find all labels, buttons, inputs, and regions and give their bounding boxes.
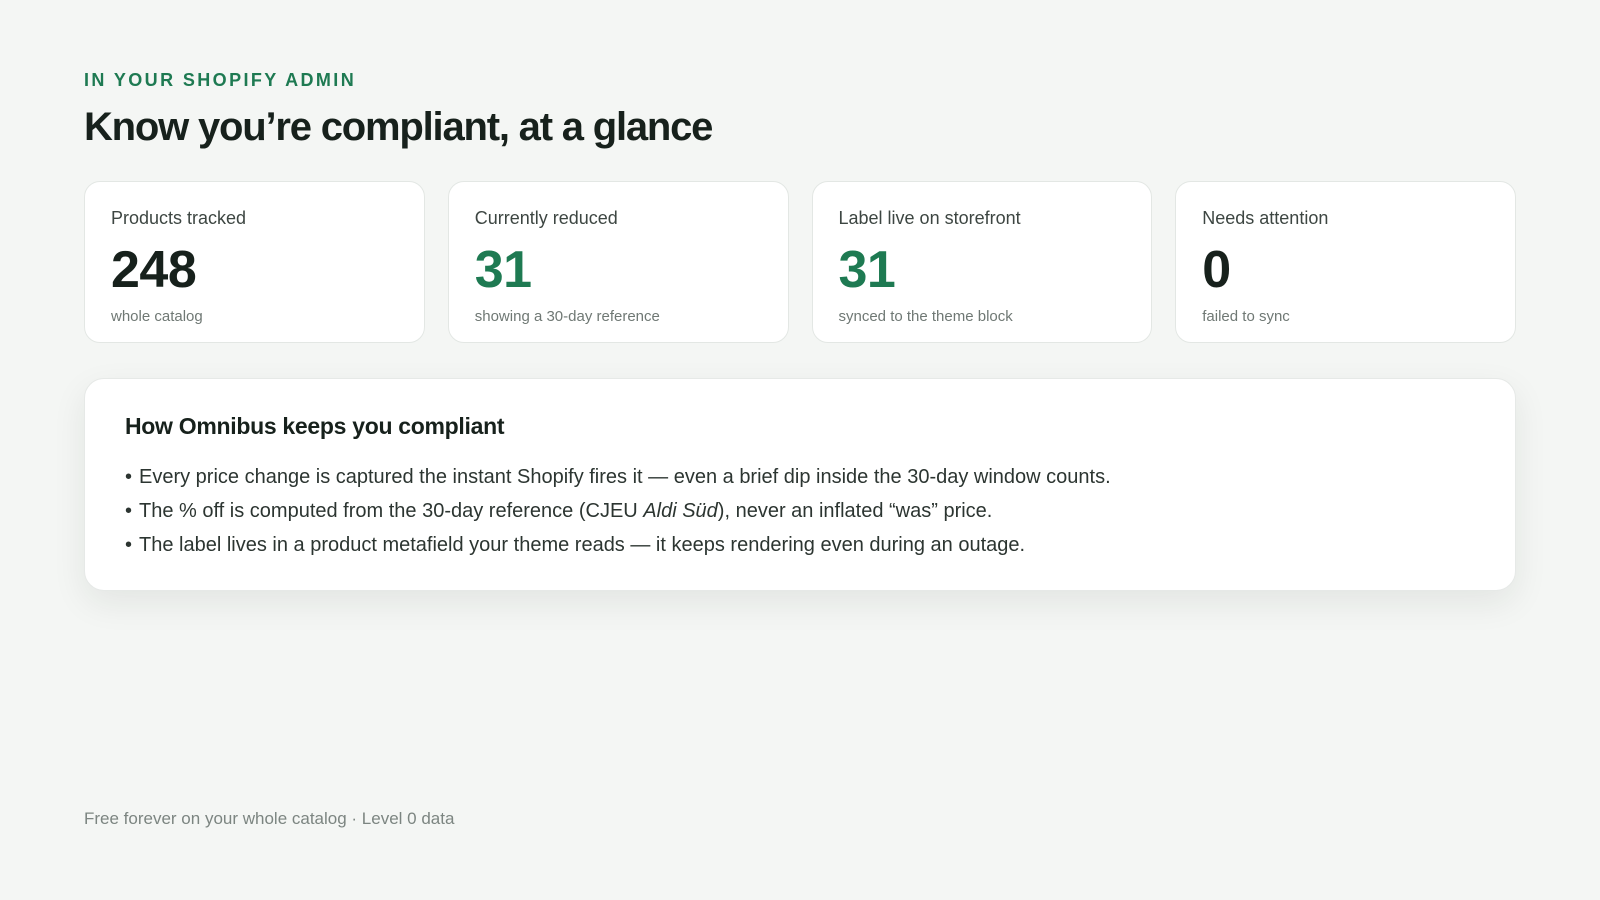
bullet-icon: • bbox=[125, 534, 133, 556]
eyebrow-label: IN YOUR SHOPIFY ADMIN bbox=[84, 70, 357, 90]
info-card-title: How Omnibus keeps you compliant bbox=[125, 413, 505, 439]
case-name-emphasis: Aldi Süd bbox=[643, 500, 718, 522]
stat-label: Currently reduced bbox=[474, 208, 618, 228]
bullet-icon: • bbox=[125, 466, 133, 488]
compliance-bullet-list: • Every price change is captured the inst… bbox=[125, 460, 1475, 562]
stat-card-currently-reduced: Currently reduced 31 showing a 30-day re… bbox=[447, 181, 789, 343]
list-item: • The label lives in a product metafield … bbox=[125, 528, 1475, 562]
stat-card-products-tracked: Products tracked 248 whole catalog bbox=[84, 181, 425, 343]
stat-value: 0 bbox=[1202, 240, 1231, 299]
page-title: Know you’re compliant, at a glance bbox=[84, 105, 713, 149]
stat-value: 31 bbox=[838, 240, 896, 299]
stat-card-needs-attention: Needs attention 0 failed to sync bbox=[1175, 181, 1516, 343]
list-item-text-after: ), never an inflated “was” price. bbox=[717, 500, 993, 522]
compliance-info-card: How Omnibus keeps you compliant • Every p… bbox=[84, 378, 1516, 591]
stat-label: Needs attention bbox=[1202, 208, 1329, 228]
footer-note: Free forever on your whole catalog · Lev… bbox=[84, 809, 455, 828]
stat-caption: synced to the theme block bbox=[838, 307, 1013, 325]
stat-caption: failed to sync bbox=[1202, 307, 1290, 325]
bullet-icon: • bbox=[125, 500, 133, 522]
stat-value: 248 bbox=[111, 240, 197, 299]
stats-row: Products tracked 248 whole catalog Curre… bbox=[84, 181, 1516, 343]
list-item: • The % off is computed from the 30-day r… bbox=[125, 494, 1475, 528]
stat-value: 31 bbox=[474, 240, 532, 299]
list-item-text-before: The % off is computed from the 30-day re… bbox=[139, 500, 644, 522]
stat-caption: showing a 30-day reference bbox=[474, 307, 660, 325]
stat-label: Label live on storefront bbox=[838, 208, 1021, 228]
stat-caption: whole catalog bbox=[111, 307, 203, 325]
page: IN YOUR SHOPIFY ADMIN Know you’re compli… bbox=[84, 70, 1516, 591]
list-item: • Every price change is captured the inst… bbox=[125, 460, 1475, 494]
list-item-text: The label lives in a product metafield y… bbox=[139, 534, 1026, 556]
stat-card-label-live: Label live on storefront 31 synced to th… bbox=[811, 181, 1153, 343]
stat-label: Products tracked bbox=[111, 208, 247, 228]
list-item-text: Every price change is captured the insta… bbox=[139, 466, 1111, 488]
